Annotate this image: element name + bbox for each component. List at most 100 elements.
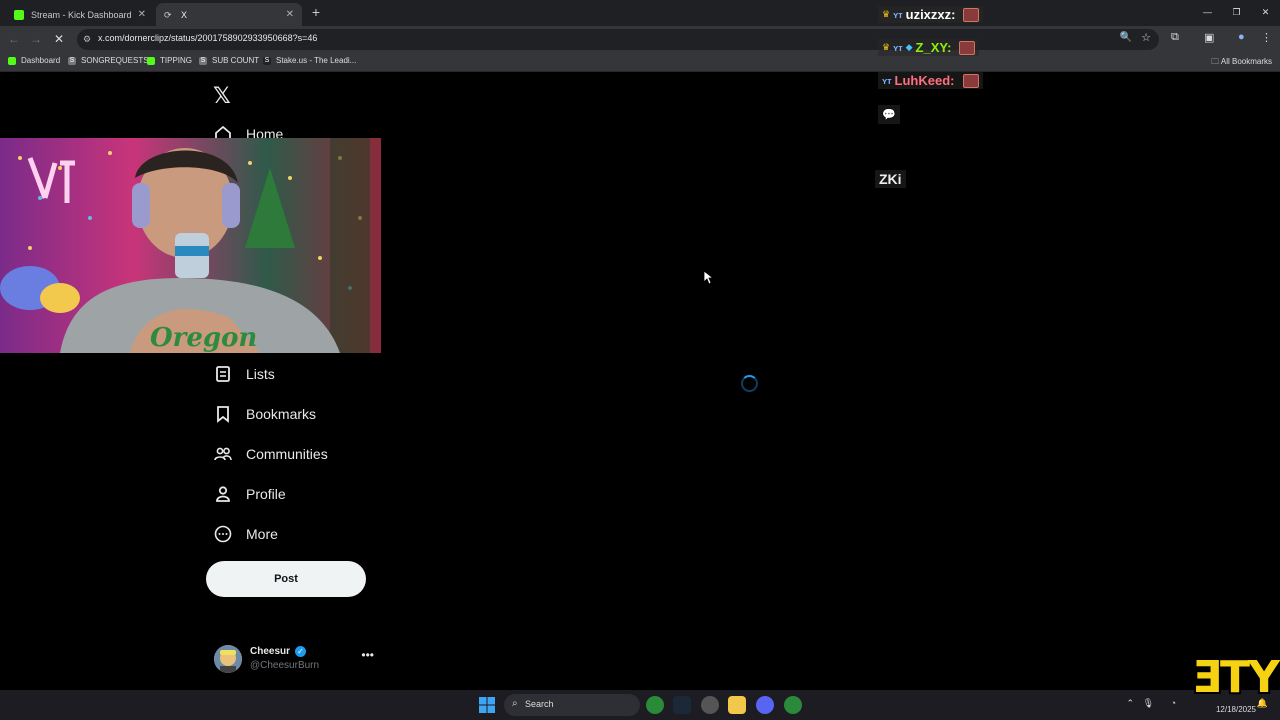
nav-label: Profile xyxy=(246,486,286,502)
search-icon: ⌕ xyxy=(512,698,518,709)
nav-more[interactable]: More xyxy=(214,525,278,543)
minimize-icon[interactable]: — xyxy=(1193,0,1222,26)
app-icon[interactable] xyxy=(701,696,719,714)
post-button[interactable]: Post xyxy=(206,561,366,597)
verified-badge-icon: ✓ xyxy=(295,646,306,657)
gem-badge-icon: ◆ xyxy=(905,42,913,52)
chat-fragment: ZKi xyxy=(879,171,902,187)
streamer-logo: ƎTY xyxy=(1192,652,1280,703)
nav-label: More xyxy=(246,526,278,542)
bookmark-label: Stake.us - The Leadi... xyxy=(276,56,357,65)
taskbar-date: 12/18/2025 xyxy=(1215,705,1256,714)
chat-message: ♛ ʏᴛ uzixzxz: xyxy=(878,6,984,23)
close-icon[interactable]: ✕ xyxy=(286,9,294,20)
windows-start-icon[interactable] xyxy=(479,697,495,713)
nav-label: Communities xyxy=(246,446,328,462)
close-window-icon[interactable]: ✕ xyxy=(1251,0,1280,26)
emote-icon xyxy=(959,40,976,55)
stop-icon[interactable]: ✕ xyxy=(51,31,67,47)
mouse-cursor-icon xyxy=(704,271,714,285)
kick-icon xyxy=(147,56,155,65)
taskbar-search[interactable]: ⌕ Search xyxy=(504,694,640,716)
file-explorer-icon[interactable] xyxy=(728,696,746,714)
browser-toolbar: ← → ✕ ⚙ x.com/dornerclipz/status/2001758… xyxy=(0,26,1280,53)
tab-title: X xyxy=(181,9,188,20)
more-options-icon[interactable]: ••• xyxy=(361,648,374,662)
chat-message: ZKi xyxy=(875,170,906,188)
zoom-icon[interactable]: 🔍 xyxy=(1120,32,1132,43)
steam-icon[interactable] xyxy=(673,696,691,714)
close-icon[interactable]: ✕ xyxy=(138,9,146,20)
loading-icon: ⟳ xyxy=(164,9,172,20)
loading-spinner-icon xyxy=(741,375,758,392)
sub-badge-icon: ʏᴛ xyxy=(893,9,903,20)
nav-bookmarks[interactable]: Bookmarks xyxy=(214,405,316,423)
bookmark-label: SONGREQUESTS xyxy=(81,56,149,65)
kick-icon xyxy=(14,9,24,20)
bookmark-label: Dashboard xyxy=(21,56,61,65)
chat-message: ʏᴛ LuhKeed: xyxy=(878,72,983,89)
crown-badge-icon: ♛ xyxy=(882,9,891,19)
tray-chevron-icon[interactable]: ⌃ xyxy=(1126,698,1134,709)
account-name: Cheesur xyxy=(250,646,291,657)
menu-icon[interactable]: ⋮ xyxy=(1261,31,1272,44)
chat-emote-icon: 💬 xyxy=(882,109,896,121)
bookmark-item[interactable]: S Stake.us - The Leadi... xyxy=(263,56,356,65)
bookmark-item[interactable]: TIPPING xyxy=(147,56,192,65)
chat-username: uzixzxz: xyxy=(905,7,956,22)
bookmarks-bar: Dashboard S SONGREQUESTS TIPPING S SUB C… xyxy=(0,53,1280,72)
discord-icon[interactable] xyxy=(756,696,774,714)
nav-lists[interactable]: Lists xyxy=(214,365,275,383)
chrome-icon[interactable] xyxy=(784,696,802,714)
sub-badge-icon: ʏᴛ xyxy=(882,75,892,86)
chat-username: Z_XY: xyxy=(915,40,952,55)
search-label: Search xyxy=(525,699,554,709)
profile-icon[interactable]: ● xyxy=(1238,31,1245,43)
side-panel-icon[interactable]: ▣ xyxy=(1204,31,1214,44)
window-controls: — ❐ ✕ xyxy=(1193,0,1280,26)
nav-label: Lists xyxy=(246,366,275,382)
bookmark-label: TIPPING xyxy=(160,56,193,65)
account-handle: @CheesurBurn xyxy=(250,660,320,671)
lists-icon xyxy=(216,366,230,382)
avatar xyxy=(214,645,242,673)
wifi-icon[interactable]: ◔ xyxy=(1171,698,1176,708)
bookmark-item[interactable]: Dashboard xyxy=(8,56,60,65)
crown-badge-icon: ♛ xyxy=(882,42,891,52)
chat-message: 💬 xyxy=(878,105,900,124)
emote-icon xyxy=(962,73,979,88)
back-icon[interactable]: ← xyxy=(6,31,22,47)
microphone-icon[interactable]: 🎙 xyxy=(1143,698,1154,709)
streamelements-icon: S xyxy=(68,56,76,65)
extensions-icon[interactable]: ⧉ xyxy=(1171,31,1179,44)
bookmark-item[interactable]: S SUB COUNT xyxy=(199,56,259,65)
restore-icon[interactable]: ❐ xyxy=(1222,0,1251,26)
emote-icon xyxy=(963,7,980,22)
address-bar[interactable]: ⚙ x.com/dornerclipz/status/2001758902933… xyxy=(77,29,1159,50)
stake-icon: S xyxy=(263,56,271,65)
tab-title: Stream - Kick Dashboard xyxy=(31,9,132,20)
communities-icon xyxy=(214,447,232,461)
nav-profile[interactable]: Profile xyxy=(214,485,286,503)
all-bookmarks-button[interactable]: 🗀 All Bookmarks xyxy=(1211,56,1272,70)
bookmark-star-icon[interactable]: ☆ xyxy=(1141,31,1151,44)
chat-username: LuhKeed: xyxy=(894,73,955,88)
svg-text:Oregon: Oregon xyxy=(150,323,257,353)
nav-communities[interactable]: Communities xyxy=(214,445,328,463)
bookmark-icon xyxy=(217,406,229,423)
site-info-icon[interactable]: ⚙ xyxy=(83,34,91,45)
tab-x[interactable]: ⟳ X ✕ xyxy=(156,3,302,26)
forward-icon[interactable]: → xyxy=(28,31,44,47)
tab-strip: Stream - Kick Dashboard ✕ ⟳ X ✕ + — ❐ ✕ xyxy=(0,0,1280,26)
more-circle-icon xyxy=(214,525,232,543)
x-logo-icon[interactable]: 𝕏 xyxy=(213,83,231,109)
kick-icon xyxy=(8,56,16,65)
new-tab-button[interactable]: + xyxy=(307,4,325,22)
webcam-overlay: Oregon xyxy=(0,138,381,353)
streamelements-icon: S xyxy=(199,56,207,65)
account-switcher[interactable]: Cheesur ✓ @CheesurBurn ••• xyxy=(214,643,378,675)
bookmark-item[interactable]: S SONGREQUESTS xyxy=(68,56,149,65)
sub-badge-icon: ʏᴛ xyxy=(893,42,903,53)
chrome-icon[interactable] xyxy=(646,696,664,714)
tab-kick-dashboard[interactable]: Stream - Kick Dashboard ✕ xyxy=(6,3,154,26)
